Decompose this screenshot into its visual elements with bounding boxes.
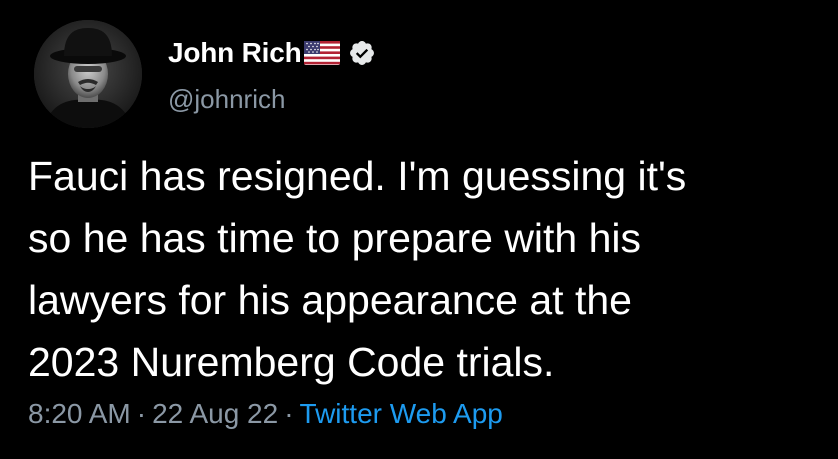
tweet-text-line: Fauci has resigned. I'm guessing it's	[28, 153, 687, 199]
tweet-source-link[interactable]: Twitter Web App	[300, 398, 503, 429]
author-handle[interactable]: @johnrich	[168, 84, 285, 115]
avatar-photo	[34, 20, 142, 128]
author-name-row: John Rich	[168, 36, 376, 70]
tweet-text-line: so he has time to prepare with his	[28, 215, 642, 261]
tweet-time[interactable]: 8:20 AM	[28, 398, 131, 429]
meta-separator: ·	[136, 398, 147, 429]
tweet-text-line: 2023 Nuremberg Code trials.	[28, 339, 555, 385]
tweet-text: Fauci has resigned. I'm guessing it's so…	[28, 145, 828, 393]
tweet-text-line: lawyers for his appearance at the	[28, 277, 632, 323]
tweet-date[interactable]: 22 Aug 22	[152, 398, 278, 429]
meta-separator: ·	[284, 398, 294, 429]
verified-badge-icon	[348, 39, 376, 67]
avatar[interactable]	[34, 20, 142, 128]
tweet-screenshot: John Rich @johnrich Fauci has resigned. …	[0, 0, 838, 459]
tweet-meta: 8:20 AM · 22 Aug 22 · Twitter Web App	[28, 398, 503, 430]
author-display-name[interactable]: John Rich	[168, 37, 302, 69]
us-flag-icon	[303, 41, 340, 65]
